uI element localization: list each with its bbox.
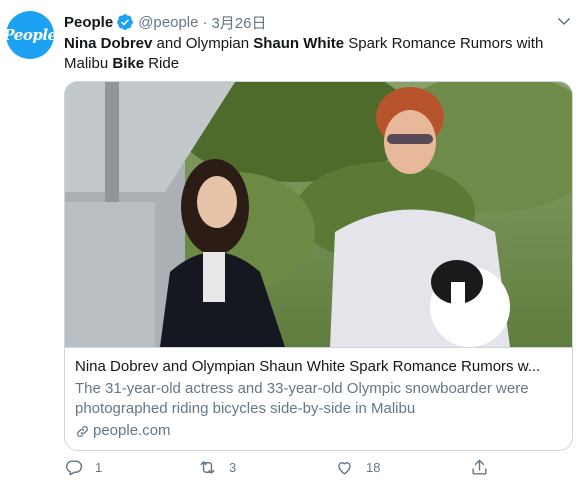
- tweet[interactable]: People People @people · 3月26日 Nina Dobre…: [0, 0, 587, 489]
- tweet-header: People @people · 3月26日: [64, 11, 267, 33]
- like-count: 18: [366, 460, 381, 475]
- reply-icon: [65, 460, 83, 476]
- share-icon: [472, 459, 487, 475]
- action-bar: 1 3 18: [64, 458, 494, 480]
- share-button[interactable]: [470, 458, 489, 477]
- text-part: Shaun White: [253, 35, 345, 52]
- text-part: Bike: [112, 55, 145, 72]
- people-logo: People: [6, 26, 54, 44]
- reply-button[interactable]: 1: [64, 458, 102, 477]
- card-image[interactable]: [65, 82, 572, 347]
- retweet-icon: [200, 461, 215, 474]
- reply-count: 1: [95, 460, 103, 475]
- heart-icon: [338, 462, 351, 475]
- text-part: and Olympian: [152, 35, 254, 52]
- tweet-text: Nina Dobrev and Olympian Shaun White Spa…: [64, 34, 574, 74]
- display-name[interactable]: People: [64, 14, 113, 31]
- handle[interactable]: @people: [138, 14, 198, 31]
- avatar[interactable]: People: [6, 11, 54, 59]
- card-title[interactable]: Nina Dobrev and Olympian Shaun White Spa…: [75, 357, 562, 377]
- chevron-down-icon[interactable]: [555, 12, 573, 30]
- text-part: Ride: [144, 55, 180, 72]
- verified-badge-icon: [116, 13, 134, 31]
- card-domain-text: people.com: [93, 422, 171, 439]
- text-part: Nina Dobrev: [64, 35, 153, 52]
- card-description: The 31-year-old actress and 33-year-old …: [75, 380, 529, 417]
- link-card[interactable]: Nina Dobrev and Olympian Shaun White Spa…: [64, 81, 573, 451]
- separator-dot: ·: [202, 13, 208, 31]
- retweet-count: 3: [229, 460, 237, 475]
- tweet-date[interactable]: 3月26日: [211, 12, 266, 33]
- like-button[interactable]: 18: [335, 458, 380, 477]
- retweet-button[interactable]: 3: [198, 458, 236, 477]
- link-icon: [77, 425, 88, 437]
- card-body: Nina Dobrev and Olympian Shaun White Spa…: [65, 347, 572, 450]
- card-domain[interactable]: people.com: [75, 421, 562, 441]
